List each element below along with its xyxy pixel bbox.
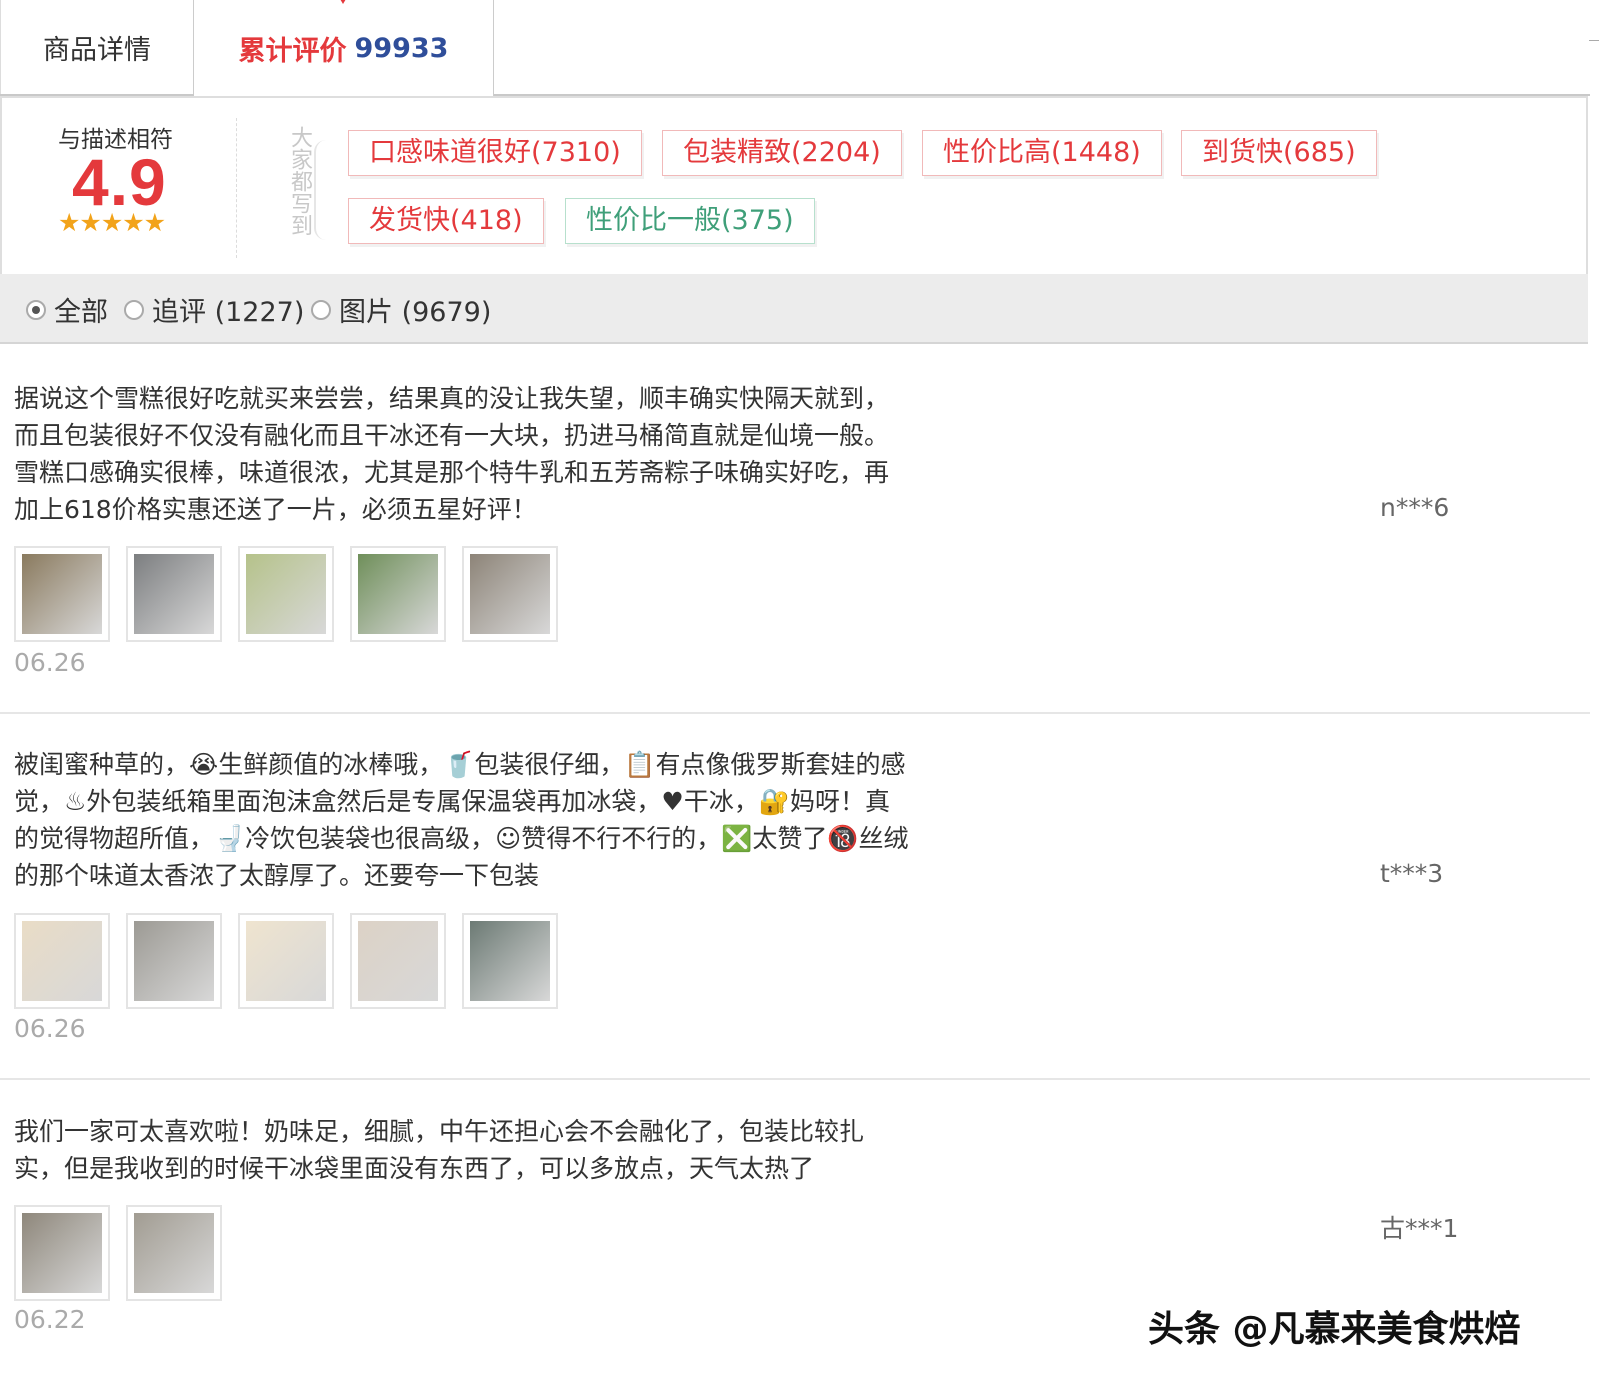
photo-placeholder: [358, 921, 438, 1001]
review-photo-thumbnail[interactable]: [350, 546, 446, 642]
photo-placeholder: [22, 554, 102, 634]
filter-photos[interactable]: 图片 (9679): [311, 290, 491, 329]
tag-value-average[interactable]: 性价比一般(375): [565, 198, 815, 244]
review-text: 被闺蜜种草的，😭生鲜颜值的冰棒哦，🥤包装很仔细，📋有点像俄罗斯套娃的感 觉，♨外…: [14, 746, 999, 894]
review-photo-thumbnail[interactable]: [126, 1205, 222, 1301]
review-photo-thumbnail[interactable]: [14, 546, 110, 642]
review-text-line: 据说这个雪糕很好吃就买来尝尝，结果真的没让我失望，顺丰确实快隔天就到，: [14, 384, 890, 413]
tab-product-details-label: 商品详情: [43, 34, 151, 66]
tab-reviews-count: 99933: [354, 32, 449, 64]
review-photo-thumbnail[interactable]: [14, 913, 110, 1009]
tab-reviews[interactable]: 累计评价 99933: [194, 0, 494, 96]
photo-placeholder: [246, 554, 326, 634]
photo-placeholder: [22, 921, 102, 1001]
radio-selected-icon[interactable]: [26, 299, 46, 320]
review-photo-thumbnail[interactable]: [126, 546, 222, 642]
photo-placeholder: [22, 1213, 102, 1293]
tag-ships-fast[interactable]: 发货快(418): [348, 198, 544, 244]
brace-icon: [314, 140, 328, 240]
review-photo-thumbnail[interactable]: [238, 546, 334, 642]
photo-placeholder: [246, 921, 326, 1001]
review-photos: [14, 1205, 238, 1301]
filter-all-label: 全部: [54, 297, 108, 328]
filter-all[interactable]: 全部: [26, 290, 108, 329]
filter-follow-up[interactable]: 追评 (1227): [124, 290, 304, 329]
rating-summary: 与描述相符 4.9 ★★★★★ 大家都写到 口感味道很好(7310) 包装精致(…: [0, 96, 1588, 276]
photo-placeholder: [134, 921, 214, 1001]
active-tab-indicator: [337, 0, 349, 4]
filter-photos-label: 图片 (9679): [339, 297, 492, 328]
review-date: 06.26: [14, 1014, 86, 1043]
radio-icon[interactable]: [311, 299, 331, 320]
review-divider: [0, 712, 1590, 714]
review-username: t***3: [1380, 859, 1444, 888]
review-photo-thumbnail[interactable]: [462, 913, 558, 1009]
photo-placeholder: [134, 1213, 214, 1293]
review-photo-thumbnail[interactable]: [14, 1205, 110, 1301]
review-text-line: 雪糕口感确实很棒，味道很浓，尤其是那个特牛乳和五芳斋粽子味确实好吃，再: [14, 458, 890, 487]
review-date: 06.26: [14, 648, 86, 677]
review-photo-thumbnail[interactable]: [238, 913, 334, 1009]
review-photos: [14, 546, 574, 642]
tag-value-high[interactable]: 性价比高(1448): [922, 130, 1162, 176]
tag-packaging-exquisite[interactable]: 包装精致(2204): [662, 130, 902, 176]
review-photo-thumbnail[interactable]: [462, 546, 558, 642]
review-filter-bar: 全部 追评 (1227) 图片 (9679): [0, 274, 1588, 344]
review-text: 据说这个雪糕很好吃就买来尝尝，结果真的没让我失望，顺丰确实快隔天就到， 而且包装…: [14, 380, 999, 528]
review-text-line: 被闺蜜种草的，😭生鲜颜值的冰棒哦，🥤包装很仔细，📋有点像俄罗斯套娃的感: [14, 750, 906, 779]
review-text-line: 加上618价格实惠还送了一片，必须五星好评！: [14, 495, 537, 524]
tab-reviews-label: 累计评价: [238, 35, 347, 67]
photo-placeholder: [470, 554, 550, 634]
photo-placeholder: [358, 554, 438, 634]
summary-divider: [236, 118, 237, 258]
review-photo-thumbnail[interactable]: [126, 913, 222, 1009]
review-text-line: 而且包装很好不仅没有融化而且干冰还有一大块，扔进马桶简直就是仙境一般。: [14, 421, 890, 450]
review-photo-thumbnail[interactable]: [350, 913, 446, 1009]
watermark-text: 头条 @凡慕来美食烘焙: [1148, 1309, 1521, 1350]
photo-placeholder: [470, 921, 550, 1001]
review-text-line: 的觉得物超所值，🚽冷饮包装袋也很高级，☺赞得不行不行的，❎太赞了🔞丝绒: [14, 824, 909, 853]
review-username: 古***1: [1380, 1214, 1459, 1243]
tag-taste-good[interactable]: 口感味道很好(7310): [348, 130, 642, 176]
edge-line: [1589, 40, 1599, 41]
review-date: 06.22: [14, 1305, 86, 1334]
rating-stars-icon: ★★★★★: [58, 208, 166, 237]
review-text-line: 实，但是我收到的时候干冰袋里面没有东西了，可以多放点，天气太热了: [14, 1154, 815, 1183]
review-text: 我们一家可太喜欢啦！奶味足，细腻，中午还担心会不会融化了，包装比较扎 实，但是我…: [14, 1113, 999, 1187]
tab-bar: 商品详情 累计评价 99933: [0, 0, 1590, 96]
filter-follow-up-label: 追评 (1227): [152, 297, 305, 328]
review-text-line: 我们一家可太喜欢啦！奶味足，细腻，中午还担心会不会融化了，包装比较扎: [14, 1117, 865, 1146]
tag-arrives-fast[interactable]: 到货快(685): [1181, 130, 1377, 176]
everyone-wrote-label: 大家都写到: [287, 126, 312, 236]
review-text-line: 觉，♨外包装纸箱里面泡沫盒然后是专属保温袋再加冰袋，♥干冰，🔐妈呀！真: [14, 787, 890, 816]
tab-product-details[interactable]: 商品详情: [0, 0, 194, 94]
review-username: n***6: [1380, 493, 1450, 522]
review-divider: [0, 1078, 1590, 1080]
photo-placeholder: [134, 554, 214, 634]
review-photos: [14, 913, 574, 1009]
radio-icon[interactable]: [124, 299, 144, 320]
review-text-line: 的那个味道太香浓了太醇厚了。还要夸一下包装: [14, 861, 540, 890]
